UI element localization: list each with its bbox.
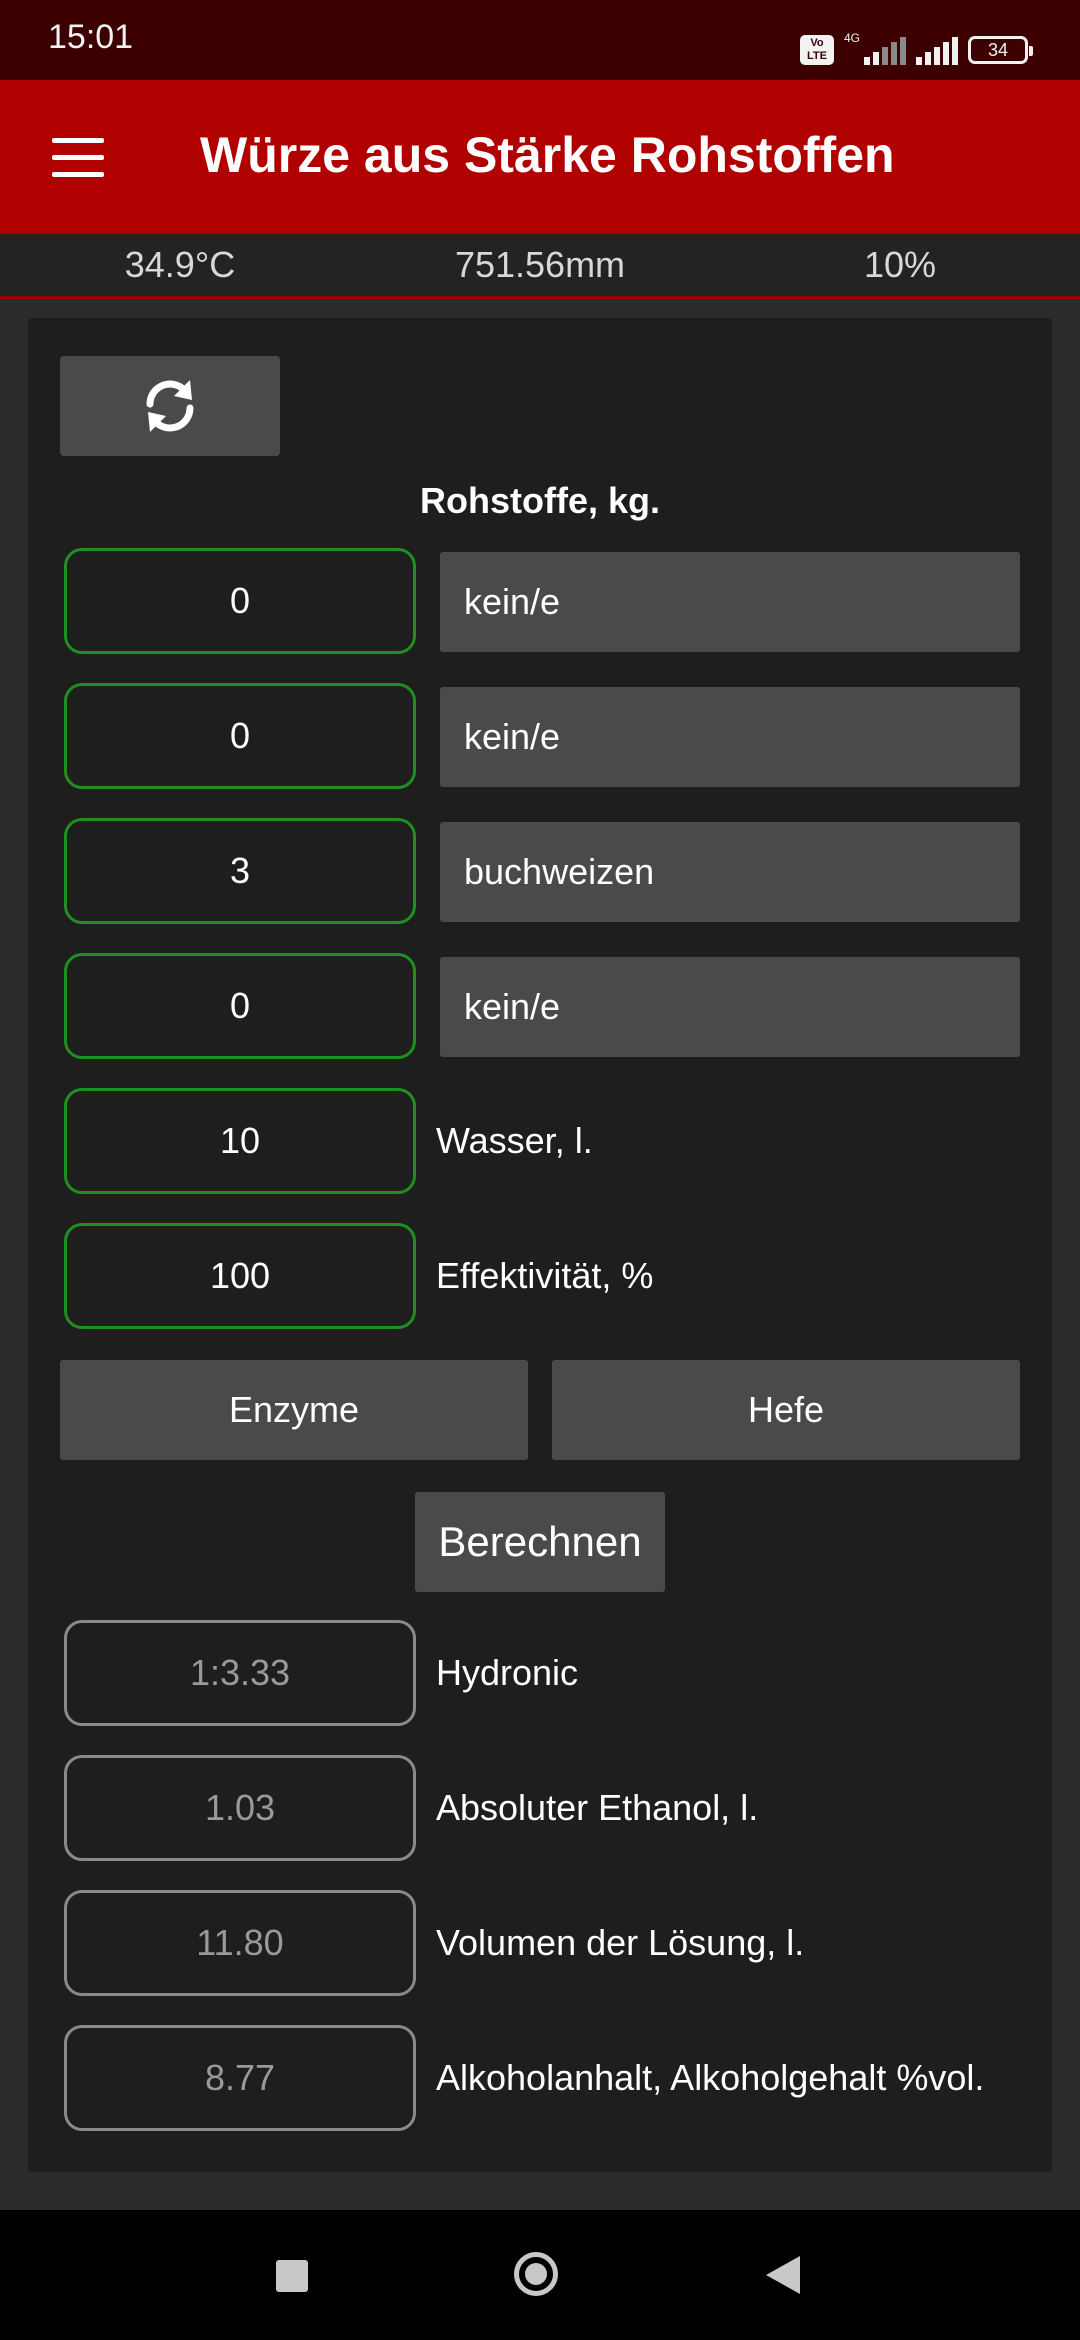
calculate-button[interactable]: Berechnen [415,1492,665,1592]
volte-icon: Vo LTE [799,35,834,65]
refresh-button[interactable] [60,356,280,456]
raw-material-select[interactable]: kein/e [440,687,1020,787]
raw-material-amount-field[interactable]: 0 [64,683,416,789]
raw-material-amount-field[interactable]: 0 [64,548,416,654]
status-icons: Vo LTE 4G 34 [799,30,1033,70]
section-title: Rohstoffe, kg. [420,480,660,521]
home-icon[interactable] [514,2252,558,2296]
back-icon[interactable] [766,2256,800,2294]
water-field[interactable]: 10 [64,1088,416,1194]
result-label: Alkoholanhalt, Alkoholgehalt %vol. [436,2057,985,2098]
result-value: 8.77 [64,2025,416,2131]
hamburger-menu-icon[interactable] [52,138,104,177]
humidity-readout: 10% [863,244,937,285]
raw-material-amount-field[interactable]: 3 [64,818,416,924]
recents-icon[interactable] [276,2260,308,2292]
signal-icon [916,35,958,65]
result-label: Hydronic [436,1652,579,1693]
calculator-card: Rohstoffe, kg. 0 kein/e 0 kein/e 3 buchw… [28,318,1052,2172]
yeast-button[interactable]: Hefe [552,1360,1020,1460]
sensor-strip: 34.9°C 751.56mm 10% [0,234,1080,299]
pressure-readout: 751.56mm [454,244,626,285]
raw-material-select[interactable]: buchweizen [440,822,1020,922]
temperature-readout: 34.9°C [124,244,236,285]
network-type: 4G [843,31,860,45]
raw-material-select[interactable]: kein/e [440,957,1020,1057]
result-value: 1.03 [64,1755,416,1861]
result-value: 1:3.33 [64,1620,416,1726]
efficiency-label: Effektivität, % [436,1255,654,1296]
battery-icon: 34 [968,36,1033,64]
enzyme-button[interactable]: Enzyme [60,1360,528,1460]
page-title: Würze aus Stärke Rohstoffen [200,127,895,183]
status-bar: 15:01 Vo LTE 4G 34 [0,0,1080,80]
water-label: Wasser, l. [436,1120,593,1161]
raw-material-select[interactable]: kein/e [440,552,1020,652]
signal-icon [864,35,906,65]
status-time: 15:01 [48,18,134,56]
result-label: Absoluter Ethanol, l. [436,1787,759,1828]
efficiency-field[interactable]: 100 [64,1223,416,1329]
battery-level: 34 [987,39,1009,60]
raw-material-amount-field[interactable]: 0 [64,953,416,1059]
refresh-icon [146,380,194,432]
app-bar: Würze aus Stärke Rohstoffen [0,80,1080,234]
result-value: 11.80 [64,1890,416,1996]
system-nav-bar [0,2210,1080,2340]
result-label: Volumen der Lösung, l. [436,1922,805,1963]
